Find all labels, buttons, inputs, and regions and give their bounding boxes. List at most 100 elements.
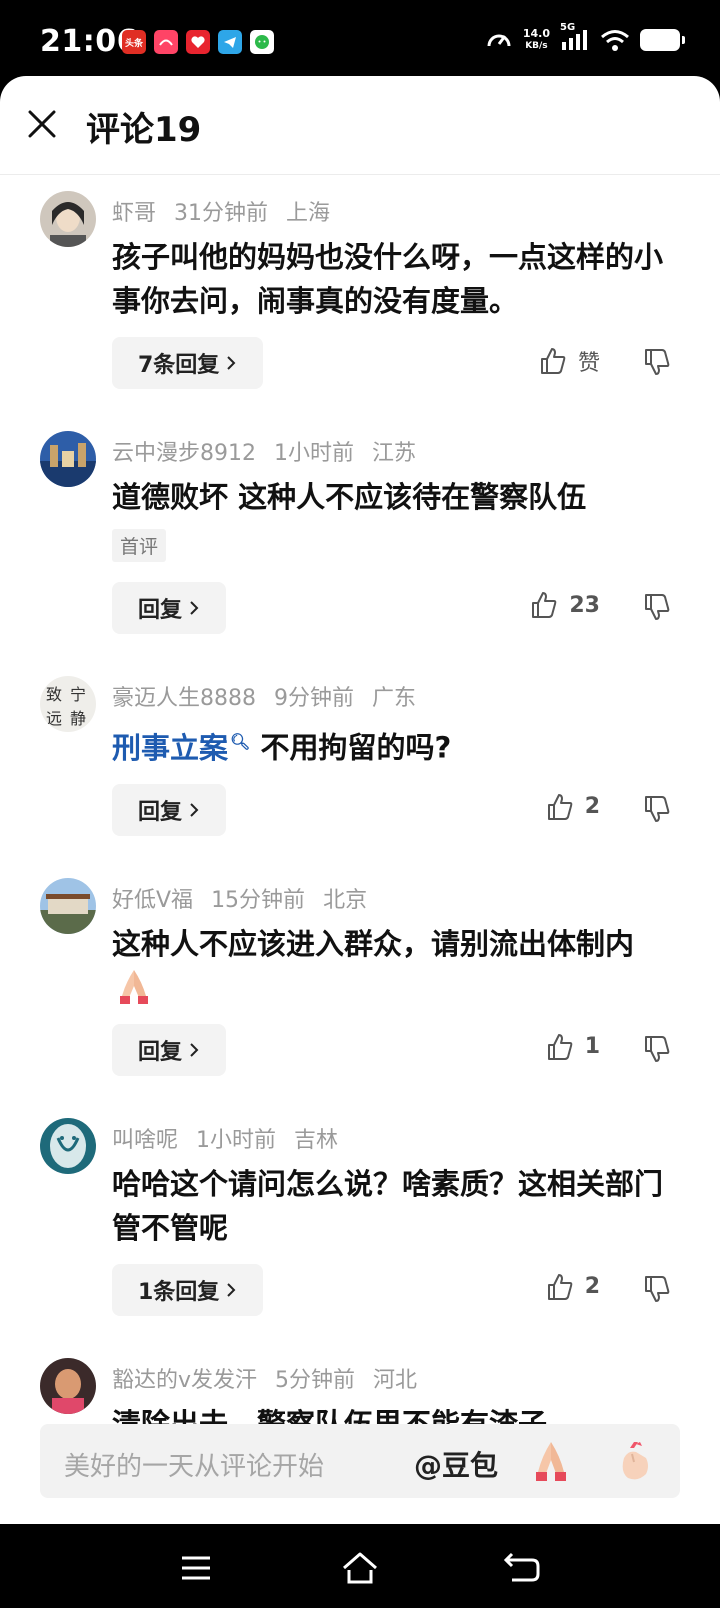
comment-location: 江苏 bbox=[372, 441, 417, 466]
comments-sheet: 评论19 虾哥 31分钟前 上海 孩子叫他的妈妈也没什么呀，一点这样的小事你去问… bbox=[0, 76, 720, 1524]
comment-item: 致宁远静 豪迈人生8888 9分钟前 广东 刑事立案 🔍︎ 不用拘留的吗? 回复 … bbox=[0, 660, 720, 862]
comment-username[interactable]: 虾哥 bbox=[112, 195, 156, 227]
toutiao-icon: 头条 bbox=[122, 30, 146, 54]
like-count: 2 bbox=[584, 1274, 600, 1300]
comment-text: 刑事立案 🔍︎ 不用拘留的吗? bbox=[112, 730, 452, 765]
comment-time: 15分钟前 bbox=[211, 887, 306, 913]
view-replies-button[interactable]: 7条回复 bbox=[112, 337, 264, 389]
search-keyword-link[interactable]: 刑事立案 🔍︎ bbox=[112, 731, 250, 765]
comment-actions: 回复 2 bbox=[112, 783, 680, 836]
back-icon[interactable] bbox=[502, 1548, 542, 1588]
first-comment-badge: 首评 bbox=[112, 529, 167, 562]
comment-time: 31分钟前 bbox=[174, 201, 269, 226]
mention-doubao-button[interactable]: @豆包 bbox=[414, 1444, 498, 1484]
home-icon[interactable] bbox=[340, 1548, 380, 1588]
avatar[interactable] bbox=[40, 1357, 96, 1414]
thumbs-down-icon[interactable] bbox=[642, 592, 672, 622]
avatar[interactable] bbox=[40, 191, 96, 247]
comment-username[interactable]: 好低V福 bbox=[112, 882, 193, 914]
comment-meta: 豪迈人生8888 9分钟前 广东 bbox=[112, 660, 680, 712]
avatar[interactable] bbox=[40, 1117, 96, 1174]
status-bar: 21:06 头条 14.0 KB/s 5G bbox=[0, 0, 720, 80]
comment-item: 虾哥 31分钟前 上海 孩子叫他的妈妈也没什么呀，一点这样的小事你去问，闹事真的… bbox=[0, 175, 720, 415]
chevron-right-icon bbox=[190, 601, 199, 615]
thumbs-up-icon bbox=[547, 793, 573, 820]
heart-app-icon bbox=[186, 30, 210, 54]
praying-hands-emoji bbox=[120, 969, 148, 1004]
sheet-header: 评论19 bbox=[0, 76, 720, 175]
like-count: 2 bbox=[584, 794, 600, 820]
like-button[interactable]: 赞 bbox=[538, 345, 600, 377]
like-button[interactable]: 23 bbox=[529, 590, 600, 620]
svg-text:致: 致 bbox=[46, 685, 62, 704]
comment-username[interactable]: 豪迈人生8888 bbox=[112, 680, 256, 712]
comment-username[interactable]: 叫啥呢 bbox=[112, 1122, 178, 1154]
comment-list[interactable]: 虾哥 31分钟前 上海 孩子叫他的妈妈也没什么呀，一点这样的小事你去问，闹事真的… bbox=[0, 175, 720, 1479]
net-speed: 14.0 KB/s bbox=[522, 27, 550, 52]
comment-text: 道德败坏 这种人不应该待在警察队伍 bbox=[112, 480, 587, 514]
comment-actions: 回复 23 bbox=[112, 582, 680, 634]
comment-meta: 虾哥 31分钟前 上海 bbox=[112, 175, 680, 227]
comment-composer[interactable]: 美好的一天从评论开始 @豆包 bbox=[40, 1424, 680, 1498]
menu-icon[interactable] bbox=[176, 1548, 216, 1588]
system-status: 14.0 KB/s 5G bbox=[485, 22, 685, 54]
chevron-right-icon bbox=[190, 802, 199, 817]
comment-item: 叫啥呢 1小时前 吉林 哈哈这个请问怎么说？啥素质？这相关部门管不管呢 1条回复… bbox=[0, 1102, 720, 1342]
like-button[interactable]: 2 bbox=[545, 1272, 600, 1302]
comment-meta: 云中漫步8912 1小时前 江苏 bbox=[112, 415, 680, 467]
thumbs-down-icon[interactable] bbox=[642, 1274, 672, 1304]
chevron-right-icon bbox=[227, 356, 236, 370]
cellular-signal-icon: 5G bbox=[560, 22, 590, 52]
comment-meta: 豁达的v发发汗 5分钟前 河北 bbox=[112, 1342, 680, 1394]
avatar[interactable] bbox=[40, 431, 96, 487]
comment-username[interactable]: 云中漫步8912 bbox=[112, 435, 256, 467]
thumbs-down-icon[interactable] bbox=[642, 794, 672, 824]
comment-time: 9分钟前 bbox=[274, 686, 354, 711]
comment-time: 1小时前 bbox=[196, 1127, 277, 1153]
like-count: 23 bbox=[569, 592, 600, 618]
comment-location: 河北 bbox=[373, 1367, 418, 1393]
thumbs-up-icon bbox=[547, 1033, 573, 1060]
app-icon bbox=[154, 30, 178, 54]
thumbs-down-icon[interactable] bbox=[642, 1034, 672, 1064]
chevron-right-icon bbox=[227, 1282, 236, 1297]
thumbs-down-icon[interactable] bbox=[642, 347, 672, 377]
reply-button[interactable]: 回复 bbox=[112, 783, 227, 836]
wechat-icon bbox=[250, 30, 274, 54]
comment-item: 云中漫步8912 1小时前 江苏 道德败坏 这种人不应该待在警察队伍 首评 回复… bbox=[0, 415, 720, 660]
comment-meta: 好低V福 15分钟前 北京 bbox=[112, 862, 680, 914]
like-count: 1 bbox=[584, 1034, 600, 1060]
comment-location: 北京 bbox=[323, 887, 368, 913]
view-replies-button[interactable]: 1条回复 bbox=[112, 1263, 264, 1316]
chevron-right-icon bbox=[190, 1042, 199, 1057]
avatar[interactable]: 致宁远静 bbox=[40, 676, 96, 732]
speed-gauge-icon bbox=[487, 34, 511, 47]
reply-button[interactable]: 回复 bbox=[112, 1023, 227, 1076]
svg-text:宁: 宁 bbox=[70, 685, 86, 704]
comment-username[interactable]: 豁达的v发发汗 bbox=[112, 1362, 257, 1394]
close-icon[interactable] bbox=[22, 104, 62, 144]
comment-text: 哈哈这个请问怎么说？啥素质？这相关部门管不管呢 bbox=[112, 1166, 664, 1245]
thumbs-up-icon bbox=[532, 592, 557, 618]
reply-button[interactable]: 回复 bbox=[112, 582, 227, 634]
comment-time: 1小时前 bbox=[274, 441, 354, 466]
comment-item: 好低V福 15分钟前 北京 这种人不应该进入群众，请别流出体制内 回复 1 bbox=[0, 862, 720, 1102]
thumbs-up-icon bbox=[547, 1273, 573, 1300]
avatar[interactable] bbox=[40, 877, 96, 934]
notification-icons: 头条 bbox=[122, 30, 274, 54]
comment-location: 广东 bbox=[372, 686, 417, 711]
comment-location: 上海 bbox=[286, 201, 331, 226]
like-button[interactable]: 2 bbox=[545, 792, 600, 822]
battery-icon bbox=[640, 29, 685, 51]
page-title: 评论19 bbox=[86, 110, 202, 150]
svg-text:远: 远 bbox=[46, 709, 62, 728]
comment-time: 5分钟前 bbox=[275, 1367, 356, 1393]
like-count: 赞 bbox=[577, 351, 600, 376]
finger-heart-emoji-button[interactable] bbox=[610, 1436, 660, 1486]
comment-text: 这种人不应该进入群众，请别流出体制内 bbox=[112, 922, 680, 1010]
comment-input[interactable]: 美好的一天从评论开始 bbox=[64, 1446, 324, 1483]
praying-hands-emoji-button[interactable] bbox=[528, 1438, 574, 1484]
like-button[interactable]: 1 bbox=[545, 1032, 600, 1062]
comment-text: 孩子叫他的妈妈也没什么呀，一点这样的小事你去问，闹事真的没有度量。 bbox=[112, 240, 664, 318]
telegram-icon bbox=[218, 30, 242, 54]
